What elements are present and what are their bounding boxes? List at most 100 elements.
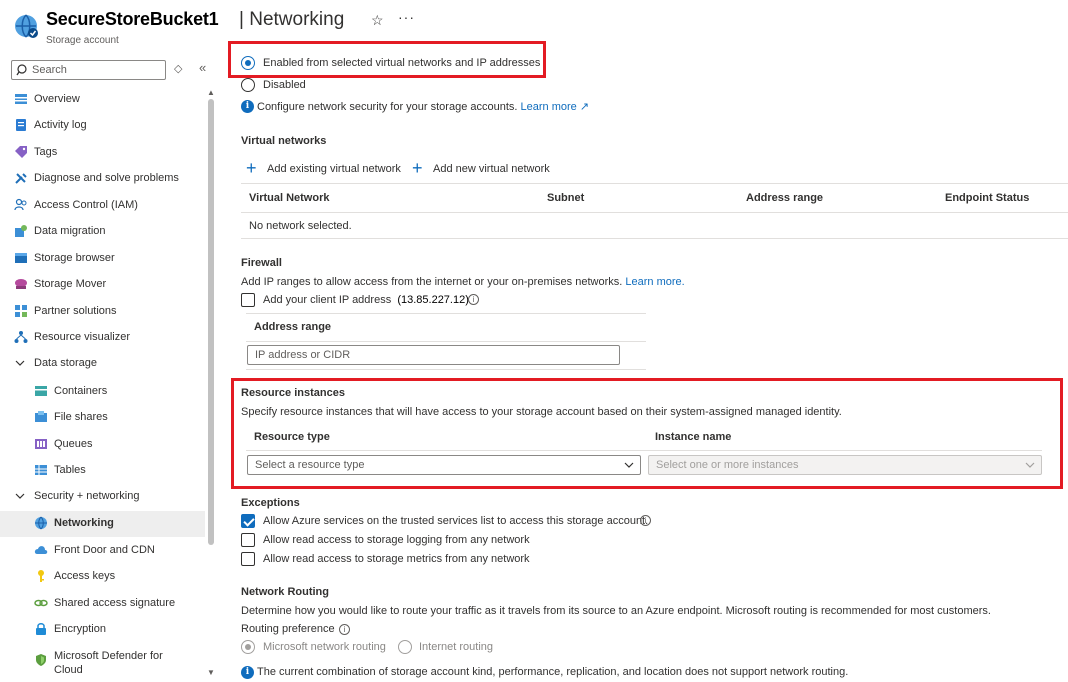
sidebar-group-data-storage[interactable]: Data storage [0, 351, 205, 377]
sidebar-item-tables[interactable]: Tables [0, 458, 205, 484]
ip-address-input[interactable]: IP address or CIDR [247, 345, 620, 365]
routing-heading: Network Routing [241, 586, 329, 598]
microsoft-routing-label: Microsoft network routing [263, 641, 386, 653]
info-icon: i [241, 666, 254, 679]
info-outline-icon[interactable]: i [339, 624, 350, 635]
sidebar-item-tags[interactable]: Tags [0, 140, 205, 166]
sidebar-item-resource-visualizer[interactable]: Resource visualizer [0, 325, 205, 351]
info-outline-icon[interactable]: i [468, 294, 479, 305]
col-subnet: Subnet [547, 192, 585, 204]
col-address-range: Address range [746, 192, 824, 204]
collapse-sidebar-icon[interactable]: « [199, 60, 206, 75]
sidebar-item-access-keys[interactable]: Access keys [0, 564, 205, 590]
chevron-down-icon [15, 493, 25, 499]
sidebar-item-encryption[interactable]: Encryption [0, 617, 205, 643]
search-placeholder: Search [32, 64, 67, 76]
exceptions-heading: Exceptions [241, 497, 300, 509]
external-link-icon: ↗ [576, 101, 590, 113]
radio-internet-routing[interactable] [398, 640, 412, 654]
search-icon [16, 64, 27, 76]
sidebar-item-diagnose[interactable]: Diagnose and solve problems [0, 166, 205, 192]
storage-mover-icon [15, 279, 27, 289]
page-title: SecureStoreBucket1 [46, 9, 219, 29]
partner-icon [15, 305, 27, 317]
scroll-up-icon[interactable]: ▲ [207, 88, 215, 97]
overview-icon [15, 94, 27, 104]
info-outline-icon[interactable]: i [640, 515, 651, 526]
sidebar-item-defender[interactable]: Microsoft Defender for Cloud [0, 644, 205, 676]
sidebar-item-overview[interactable]: Overview [0, 87, 205, 113]
table-divider [246, 369, 646, 370]
learn-more-link[interactable]: Learn more [521, 101, 577, 113]
containers-icon [35, 386, 47, 396]
table-divider [241, 238, 1068, 239]
sidebar-item-storage-mover[interactable]: Storage Mover [0, 272, 205, 298]
internet-routing-label: Internet routing [419, 641, 493, 653]
favorite-star-icon[interactable]: ☆ [371, 12, 384, 29]
sidebar-item-file-shares[interactable]: File shares [0, 405, 205, 431]
tables-icon [35, 465, 47, 475]
sidebar-item-data-migration[interactable]: Data migration [0, 219, 205, 245]
table-divider [241, 183, 1068, 184]
chevron-down-icon [15, 360, 25, 366]
exception-label-metrics: Allow read access to storage metrics fro… [263, 553, 530, 565]
firewall-learn-more-link[interactable]: Learn more. [625, 276, 684, 288]
queues-icon [35, 439, 47, 449]
radio-microsoft-routing[interactable] [241, 640, 255, 654]
networking-icon [35, 516, 47, 530]
sidebar-item-queues[interactable]: Queues [0, 432, 205, 458]
radio-disabled[interactable] [241, 78, 255, 92]
exception-label-trusted-services: Allow Azure services on the trusted serv… [263, 515, 649, 527]
sidebar-item-activity-log[interactable]: Activity log [0, 113, 205, 139]
tag-icon [15, 146, 27, 158]
page-subtitle: Networking [249, 9, 345, 30]
table-divider [246, 313, 646, 314]
shield-icon [36, 654, 46, 666]
search-input[interactable]: Search [11, 60, 166, 80]
file-shares-icon [35, 411, 47, 422]
vnets-heading: Virtual networks [241, 135, 327, 147]
table-divider [246, 341, 646, 342]
scroll-down-icon[interactable]: ▼ [207, 668, 215, 677]
hierarchy-icon [14, 331, 28, 343]
exception-label-logging: Allow read access to storage logging fro… [263, 534, 530, 546]
resource-type-label: Storage account [46, 35, 119, 46]
sidebar-item-containers[interactable]: Containers [0, 379, 205, 405]
client-ip-value: (13.85.227.12) [397, 294, 469, 306]
firewall-heading: Firewall [241, 257, 282, 269]
sidebar-group-security-networking[interactable]: Security + networking [0, 484, 205, 510]
wrench-icon [15, 173, 27, 184]
exception-checkbox-trusted-services[interactable] [241, 514, 255, 528]
data-migration-icon [15, 225, 27, 237]
client-ip-label: Add your client IP address (13.85.227.12… [263, 294, 469, 306]
client-ip-checkbox[interactable] [241, 293, 255, 307]
sidebar-item-front-door[interactable]: Front Door and CDN [0, 538, 205, 564]
sidebar-item-sas[interactable]: Shared access signature [0, 591, 205, 617]
routing-desc: Determine how you would like to route yo… [241, 605, 991, 617]
people-icon [14, 198, 27, 211]
key-icon [38, 570, 44, 582]
add-new-vnet-button[interactable]: Add new virtual network [433, 163, 550, 175]
networking-icon [15, 14, 38, 38]
cloud-icon [34, 546, 48, 554]
sidebar-item-storage-browser[interactable]: Storage browser [0, 246, 205, 272]
routing-preference-label: Routing preference [241, 623, 335, 635]
plus-icon: + [412, 158, 423, 178]
firewall-desc: Add IP ranges to allow access from the i… [241, 276, 685, 288]
vnets-empty-text: No network selected. [249, 220, 352, 232]
add-existing-vnet-button[interactable]: Add existing virtual network [267, 163, 401, 175]
sidebar-item-partner-solutions[interactable]: Partner solutions [0, 299, 205, 325]
sidebar-scrollbar[interactable]: ▲ ▼ [205, 87, 216, 682]
sidebar-item-networking[interactable]: Networking [0, 511, 205, 537]
exception-checkbox-metrics[interactable] [241, 552, 255, 566]
scrollbar-thumb[interactable] [208, 99, 214, 545]
storage-browser-icon [15, 253, 27, 263]
sidebar-item-iam[interactable]: Access Control (IAM) [0, 193, 205, 219]
more-options-button[interactable]: ··· [398, 9, 415, 25]
title-separator: | Networking [239, 9, 345, 30]
exception-checkbox-logging[interactable] [241, 533, 255, 547]
plus-icon: + [246, 158, 257, 178]
routing-note: The current combination of storage accou… [257, 666, 849, 678]
filter-toggle-icon[interactable]: ◇ [174, 62, 182, 75]
highlight-box-resource-instances [231, 378, 1063, 489]
